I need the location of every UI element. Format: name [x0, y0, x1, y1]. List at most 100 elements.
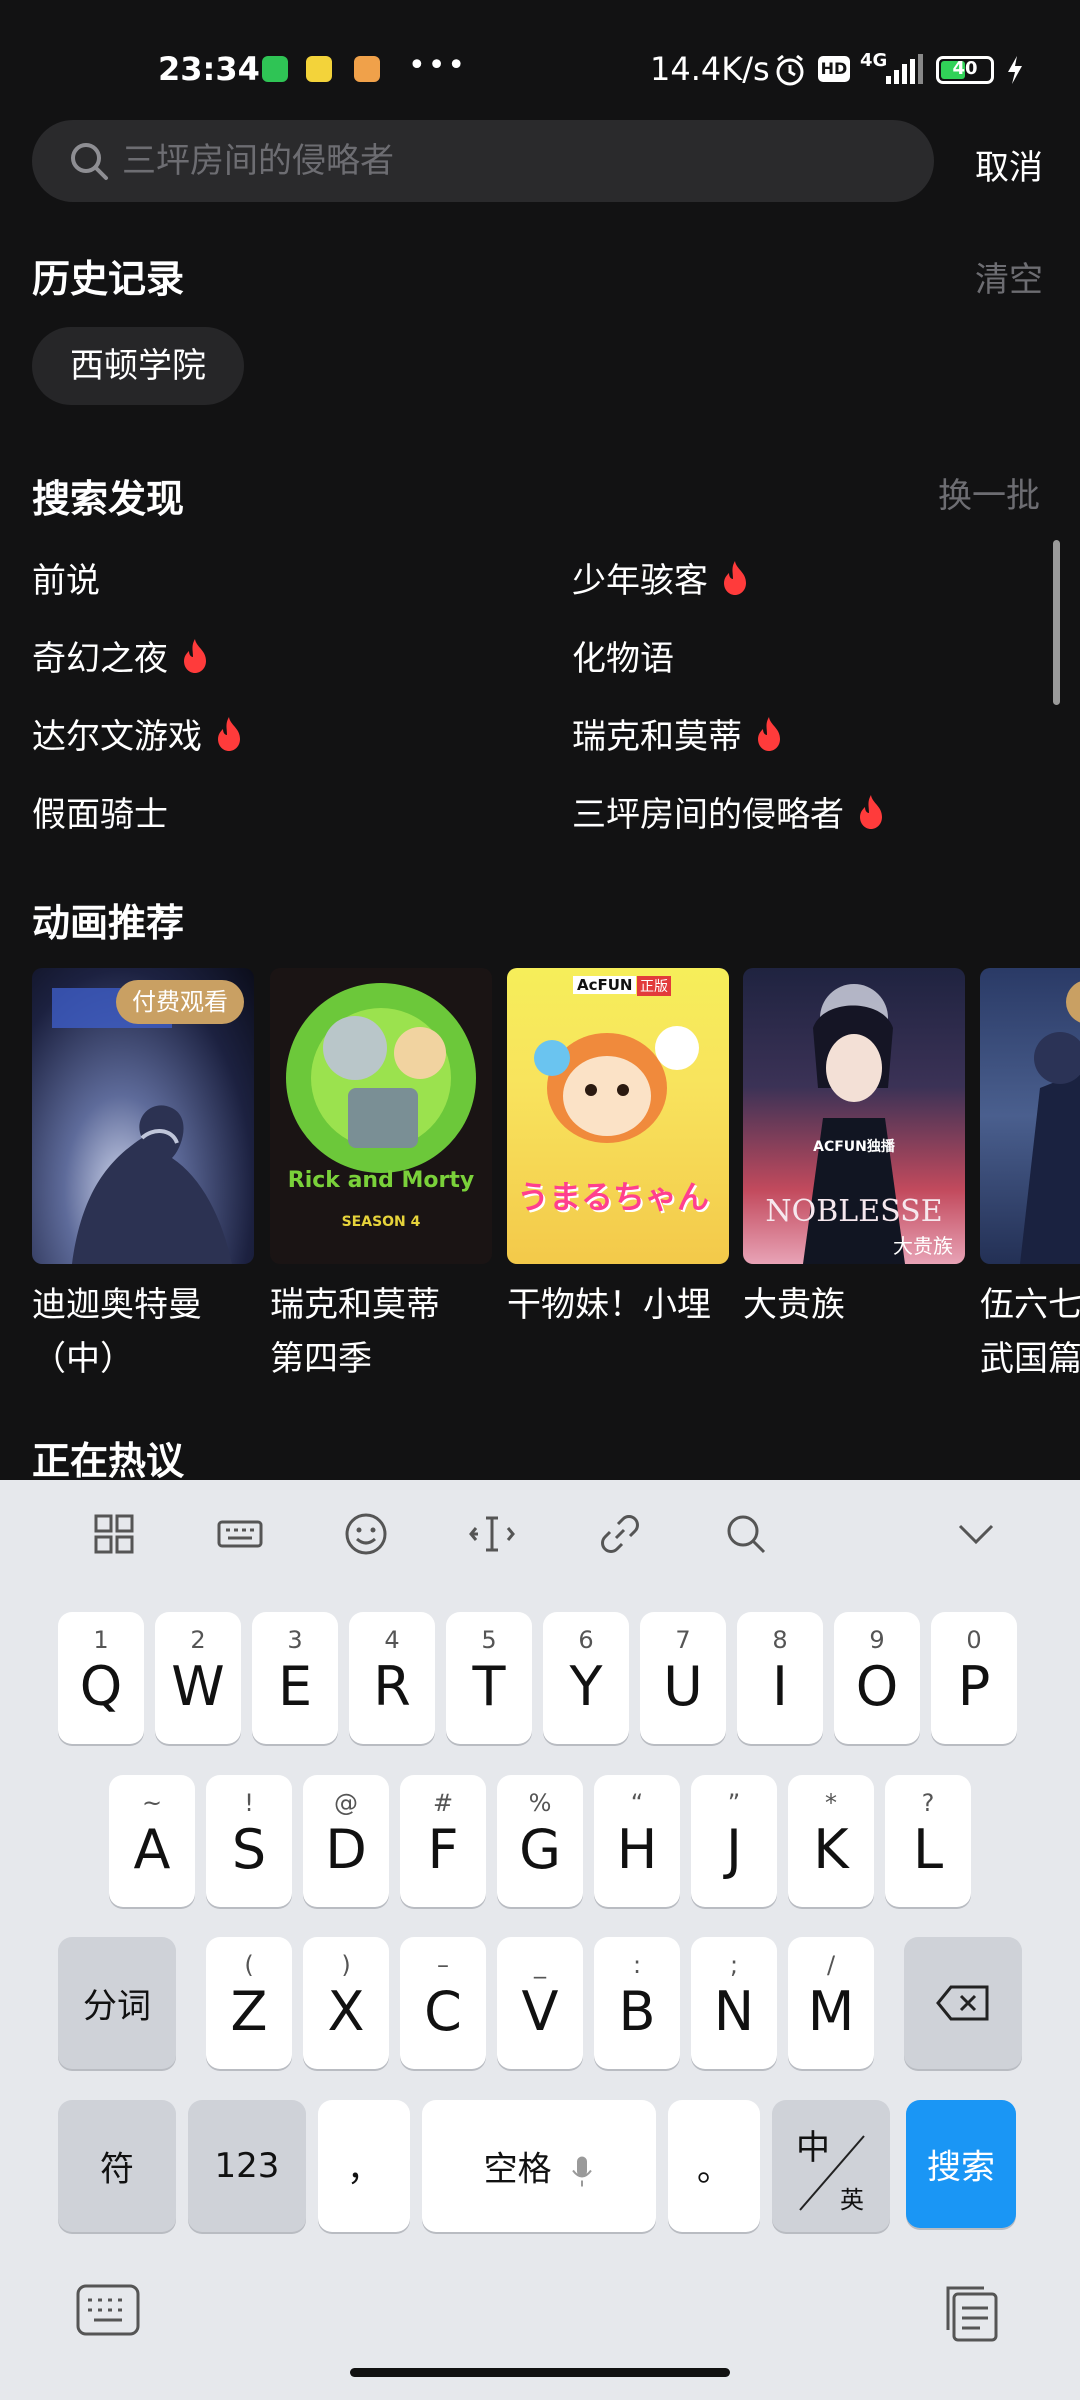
key-b[interactable]: :B — [594, 1937, 680, 2069]
card-title-line: 大贵族 — [743, 1285, 845, 1325]
clear-history-button[interactable]: 清空 — [975, 252, 1043, 301]
comma-key[interactable]: ， — [318, 2100, 410, 2232]
card-title-line: 第四季 — [270, 1339, 372, 1379]
comma-key-label: ， — [347, 2149, 381, 2190]
key-c[interactable]: – C — [400, 1937, 486, 2069]
key-r[interactable]: 4R — [349, 1612, 435, 1744]
key-z[interactable]: (Z — [206, 1937, 292, 2069]
key-secondary-label: # — [432, 1789, 454, 1817]
card-title: 瑞克和莫蒂 第四季 — [270, 1278, 492, 1386]
key-e[interactable]: 3E — [252, 1612, 338, 1744]
card-title-line: 干物妹！小埋 — [507, 1285, 711, 1325]
key-n[interactable]: ; N — [691, 1937, 777, 2069]
key-o[interactable]: 9O — [834, 1612, 920, 1744]
key-secondary-label: ~ — [141, 1789, 163, 1817]
keyboard-switch-icon[interactable] — [76, 2282, 140, 2338]
clipboard-icon[interactable] — [940, 2280, 1004, 2344]
home-indicator[interactable] — [350, 2368, 730, 2377]
key-m[interactable]: / M — [788, 1937, 874, 2069]
discover-item[interactable]: 前说 — [32, 553, 100, 602]
key-l[interactable]: ? L — [885, 1775, 971, 1907]
card-title: 干物妹！小埋 — [507, 1278, 729, 1332]
key-d[interactable]: @ D — [303, 1775, 389, 1907]
wuliuqi-art — [1020, 1032, 1080, 1264]
key-label: F — [427, 1818, 459, 1881]
acfun-exclusive-tag: ACFUN独播 — [813, 1139, 895, 1155]
key-secondary-label: 0 — [966, 1626, 982, 1654]
anime-card[interactable]: 付费观看 迪迦奥特曼 （中） — [32, 968, 254, 1386]
emoji-icon[interactable] — [342, 1510, 390, 1558]
key-a[interactable]: ~ A — [109, 1775, 195, 1907]
discover-item-label: 达尔文游戏 — [32, 717, 202, 757]
history-chip[interactable]: 西顿学院 — [32, 327, 244, 405]
backspace-key[interactable] — [904, 1937, 1022, 2069]
key-w[interactable]: 2W — [155, 1612, 241, 1744]
discover-item[interactable]: 假面骑士 — [32, 787, 168, 836]
key-secondary-label: ! — [244, 1789, 254, 1817]
key-secondary-label: 4 — [384, 1626, 400, 1654]
fire-icon — [184, 638, 206, 673]
discover-item[interactable]: 化物语 — [572, 631, 674, 680]
discover-item[interactable]: 奇幻之夜 — [32, 631, 210, 680]
key-k[interactable]: * K — [788, 1775, 874, 1907]
key-label: C — [424, 1980, 462, 2043]
language-switch-key[interactable]: 中 英 — [772, 2100, 890, 2232]
keyboard-layout-icon[interactable] — [216, 1510, 264, 1558]
search-key[interactable]: 搜索 — [906, 2100, 1016, 2228]
anime-card[interactable]: ACFUN独播 NOBLESSE 大贵族 大贵族 — [743, 968, 965, 1332]
search-input[interactable] — [122, 120, 902, 202]
discover-item[interactable]: 少年骇客 — [572, 553, 750, 602]
poster-title-text: うまるちゃん — [517, 1178, 710, 1216]
key-g[interactable]: % G — [497, 1775, 583, 1907]
discover-item-label: 少年骇客 — [572, 561, 708, 601]
symbols-key-label: 符 — [100, 2149, 134, 2190]
key-f[interactable]: # F — [400, 1775, 486, 1907]
numbers-key[interactable]: 123 — [188, 2100, 306, 2232]
refresh-button[interactable]: 换一批 — [938, 468, 1040, 517]
key-label: H — [616, 1818, 658, 1881]
search-box[interactable] — [32, 120, 934, 202]
key-secondary-label: 2 — [190, 1626, 206, 1654]
space-key[interactable]: 空格 — [422, 2100, 656, 2232]
alarm-icon — [776, 54, 804, 86]
poster-season-text: SEASON 4 — [341, 1214, 421, 1230]
key-i[interactable]: 8I — [737, 1612, 823, 1744]
card-title-line: （中） — [32, 1339, 134, 1379]
search-icon — [71, 143, 108, 180]
paid-badge: 付费观看 — [116, 980, 244, 1024]
key-p[interactable]: 0P — [931, 1612, 1017, 1744]
microphone-icon — [572, 2156, 593, 2186]
key-q[interactable]: 1Q — [58, 1612, 144, 1744]
period-key[interactable]: 。 — [668, 2100, 760, 2232]
key-x[interactable]: ) X — [303, 1937, 389, 2069]
key-y[interactable]: 6Y — [543, 1612, 629, 1744]
discover-title: 搜索发现 — [32, 477, 185, 521]
grid-menu-icon[interactable] — [90, 1510, 138, 1558]
anime-card[interactable]: 伍六七 武国篇 — [980, 968, 1080, 1386]
key-secondary-label: : — [632, 1951, 642, 1979]
key-secondary-label: / — [826, 1951, 836, 1979]
poster-image: AcFUN 正版 うまるちゃん — [507, 968, 729, 1264]
anime-card[interactable]: Rick and Morty SEASON 4 瑞克和莫蒂 第四季 — [270, 968, 492, 1386]
key-v[interactable]: _ V — [497, 1937, 583, 2069]
key-u[interactable]: 7U — [640, 1612, 726, 1744]
poster-title-text: NOBLESSE — [765, 1194, 943, 1229]
segment-key[interactable]: 分词 — [58, 1937, 176, 2069]
anime-card[interactable]: AcFUN 正版 うまるちゃん 干物妹！小埋 — [507, 968, 729, 1332]
app-icon — [306, 56, 332, 82]
collapse-keyboard-icon[interactable] — [952, 1510, 1000, 1558]
discover-item[interactable]: 三坪房间的侵略者 — [572, 787, 886, 836]
symbols-key[interactable]: 符 — [58, 2100, 176, 2232]
key-j[interactable]: ” J — [691, 1775, 777, 1907]
discover-item[interactable]: 达尔文游戏 — [32, 709, 244, 758]
search-icon[interactable] — [722, 1510, 770, 1558]
cancel-button[interactable]: 取消 — [975, 140, 1043, 189]
cursor-move-icon[interactable] — [468, 1510, 516, 1558]
key-label: Q — [79, 1655, 123, 1718]
key-t[interactable]: 5T — [446, 1612, 532, 1744]
link-icon[interactable] — [596, 1510, 644, 1558]
scrollbar[interactable] — [1053, 540, 1060, 705]
discover-item[interactable]: 瑞克和莫蒂 — [572, 709, 784, 758]
key-s[interactable]: ! S — [206, 1775, 292, 1907]
key-h[interactable]: “H — [594, 1775, 680, 1907]
